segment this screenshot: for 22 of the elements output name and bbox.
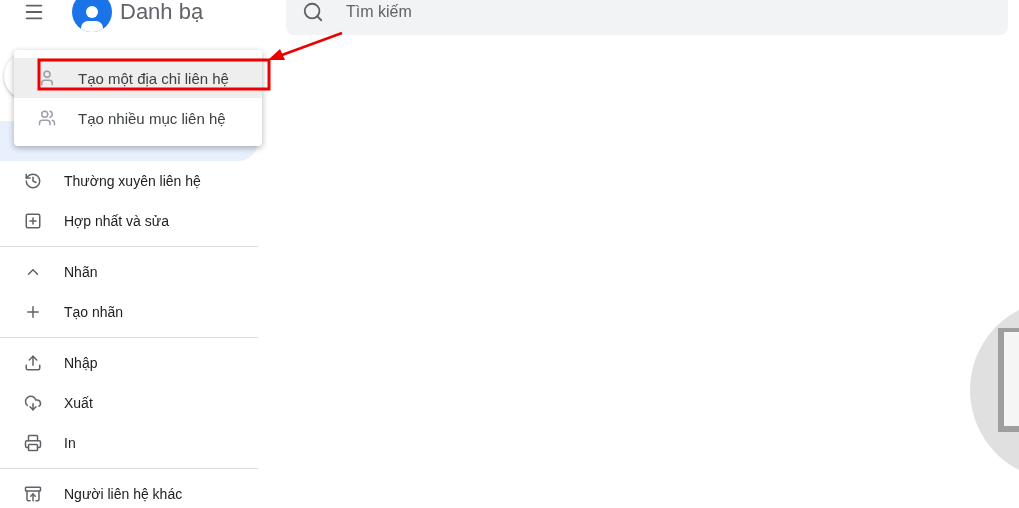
- nav-item[interactable]: Xuất: [0, 383, 258, 423]
- menu-item[interactable]: Tạo nhiều mục liên hệ: [14, 98, 262, 138]
- app-title: Danh bạ: [120, 0, 205, 25]
- plus-icon: [24, 303, 42, 321]
- printer-icon: [24, 434, 42, 452]
- clock-history-icon: [24, 172, 42, 190]
- cloud-download-icon: [24, 394, 42, 412]
- nav-item[interactable]: Nhập: [0, 343, 258, 383]
- upload-icon: [24, 354, 42, 372]
- person-icon: [38, 69, 56, 87]
- archive-icon: [24, 485, 42, 503]
- nav-item[interactable]: Thường xuyên liên hệ: [0, 161, 258, 201]
- nav-item[interactable]: Tạo nhãn: [0, 292, 258, 332]
- search-icon: [302, 1, 324, 23]
- nav-item[interactable]: In: [0, 423, 258, 463]
- search-field[interactable]: Tìm kiếm: [286, 0, 1008, 35]
- square-plus-icon: [24, 212, 42, 230]
- nav-item[interactable]: Hợp nhất và sửa: [0, 201, 258, 241]
- people-icon: [38, 109, 56, 127]
- nav-item[interactable]: Người liên hệ khác: [0, 474, 258, 508]
- contacts-logo-icon: [72, 0, 112, 32]
- nav-item[interactable]: Nhãn: [0, 252, 258, 292]
